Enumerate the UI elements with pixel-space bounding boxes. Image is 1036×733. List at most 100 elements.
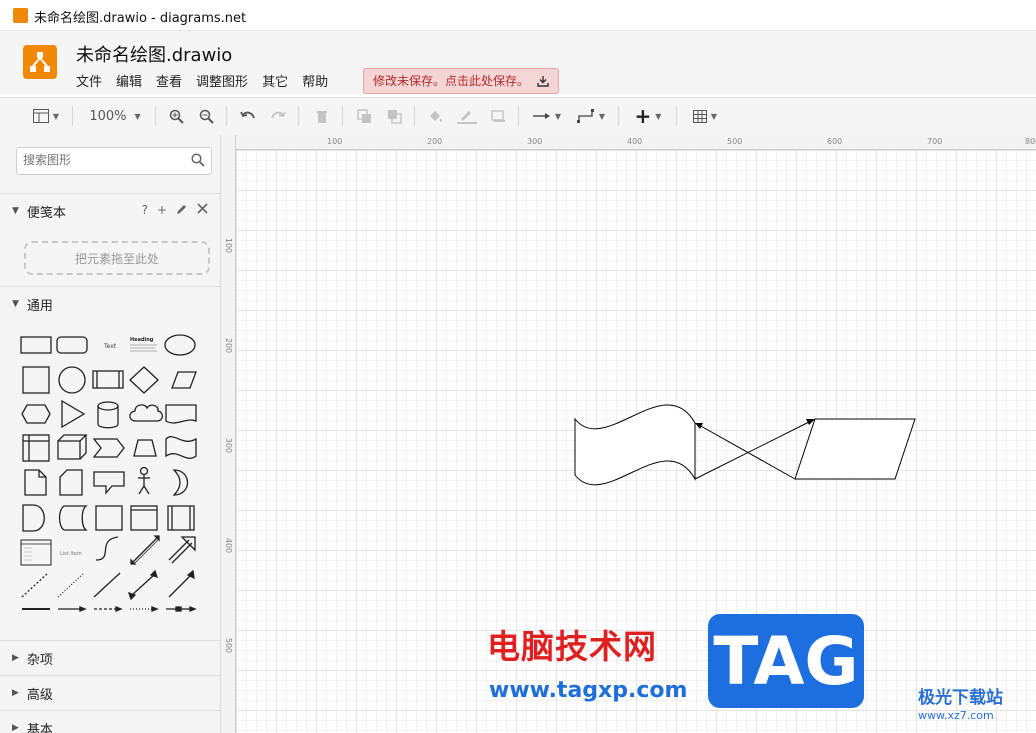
shape-process[interactable] <box>92 370 124 389</box>
zoom-dropdown[interactable]: 100% ▼ <box>86 105 144 127</box>
download-icon <box>537 76 549 87</box>
shape-or[interactable] <box>172 469 189 496</box>
shape-line[interactable] <box>93 572 121 598</box>
shape-curve[interactable] <box>95 536 119 561</box>
to-back-button[interactable] <box>384 105 404 127</box>
menu-file[interactable]: 文件 <box>76 71 102 90</box>
shape-text[interactable]: Text <box>103 343 117 350</box>
shape-note[interactable] <box>24 469 47 496</box>
shape-square[interactable] <box>22 366 50 394</box>
redo-button[interactable] <box>268 105 288 127</box>
diagram-tape-shape[interactable] <box>574 404 696 486</box>
scratchpad-header[interactable]: ▼ 便笺本 ? + <box>0 193 220 228</box>
shape-parallelogram[interactable] <box>171 371 197 389</box>
shape-cloud[interactable] <box>129 404 164 422</box>
shape-step[interactable] <box>92 438 125 458</box>
shape-diamond[interactable] <box>129 366 159 394</box>
shape-actor[interactable] <box>138 466 150 495</box>
zoom-in-icon <box>169 109 184 124</box>
menu-view[interactable]: 查看 <box>156 71 182 90</box>
shape-cylinder[interactable] <box>97 401 119 429</box>
shadow-button[interactable] <box>488 105 508 127</box>
shape-trapezoid[interactable] <box>133 439 157 457</box>
edit-icon[interactable] <box>176 203 188 215</box>
delete-button[interactable] <box>312 105 332 127</box>
shape-triangle[interactable] <box>61 399 86 429</box>
general-shapes-palette: Text Heading List Item <box>20 334 197 612</box>
waypoints-button[interactable]: ▼ <box>574 105 608 127</box>
misc-section-header[interactable]: ▶ 杂项 <box>0 640 220 675</box>
add-icon[interactable]: + <box>157 203 167 217</box>
diagram-parallelogram-shape[interactable] <box>794 418 916 480</box>
zoom-in-button[interactable] <box>166 105 186 127</box>
shadow-icon <box>490 109 505 122</box>
help-icon[interactable]: ? <box>142 203 148 217</box>
to-front-icon <box>356 108 371 123</box>
app-header: 未命名绘图.drawio 文件 编辑 查看 调整图形 其它 帮助 修改未保存。点… <box>0 31 1036 94</box>
insert-button[interactable]: + ▼ <box>630 105 666 127</box>
collapse-triangle-icon: ▼ <box>12 299 19 309</box>
search-icon[interactable] <box>191 153 205 167</box>
unsaved-changes-button[interactable]: 修改未保存。点击此处保存。 <box>363 68 560 94</box>
shape-block-arrow[interactable] <box>168 536 196 564</box>
table-icon <box>692 109 707 123</box>
shape-association[interactable] <box>166 606 197 612</box>
shape-dotted-connector[interactable] <box>130 606 159 612</box>
menu-help[interactable]: 帮助 <box>302 71 328 90</box>
fill-color-button[interactable] <box>426 105 446 127</box>
window-titlebar: 未命名绘图.drawio - diagrams.net <box>0 0 1036 31</box>
connection-style-button[interactable]: ▼ <box>530 105 564 127</box>
shape-rounded-rectangle[interactable] <box>56 336 88 354</box>
document-title[interactable]: 未命名绘图.drawio <box>76 41 232 67</box>
shape-dotted-line[interactable] <box>57 572 85 598</box>
plus-icon: + <box>634 104 652 128</box>
diagram-connector-to-tape[interactable] <box>695 423 796 480</box>
shape-directional-connector[interactable] <box>168 569 195 598</box>
diagram-connector-to-parallelogram[interactable] <box>694 419 815 480</box>
shape-ellipse[interactable] <box>164 334 196 356</box>
menu-extras[interactable]: 其它 <box>262 71 288 90</box>
shape-rectangle[interactable] <box>20 336 52 354</box>
shape-list-item[interactable]: List Item <box>60 551 82 557</box>
shape-document[interactable] <box>165 404 197 424</box>
shape-bidirectional-arrow[interactable] <box>130 535 160 565</box>
advanced-section-header[interactable]: ▶ 高级 <box>0 675 220 710</box>
shape-connector-arrow[interactable] <box>58 606 87 612</box>
zoom-out-button[interactable] <box>196 105 216 127</box>
shape-container[interactable] <box>95 505 123 531</box>
shape-textbox[interactable]: Heading <box>130 337 157 352</box>
shape-class[interactable] <box>20 539 52 566</box>
shape-list[interactable] <box>130 505 158 531</box>
shape-cube[interactable] <box>57 434 88 460</box>
format-panel-button[interactable]: ▼ <box>28 105 64 127</box>
general-section-header[interactable]: ▼ 通用 <box>0 286 220 321</box>
close-icon[interactable] <box>197 203 208 214</box>
shape-tape[interactable] <box>165 436 197 459</box>
shape-circle[interactable] <box>58 366 86 394</box>
menu-arrange[interactable]: 调整图形 <box>196 71 248 90</box>
expand-triangle-icon: ▶ <box>12 688 19 698</box>
shape-vertical-container[interactable] <box>167 505 195 531</box>
basic-section-header[interactable]: ▶ 基本 <box>0 710 220 733</box>
undo-button[interactable] <box>238 105 258 127</box>
shape-stored-data[interactable] <box>58 505 88 531</box>
menu-edit[interactable]: 编辑 <box>116 71 142 90</box>
shape-callout[interactable] <box>93 471 125 495</box>
shape-hexagon[interactable] <box>21 404 51 424</box>
collapse-triangle-icon: ▼ <box>12 206 19 216</box>
search-input[interactable] <box>17 148 189 172</box>
line-color-button[interactable] <box>456 105 478 127</box>
shape-delay[interactable] <box>22 504 45 532</box>
table-button[interactable]: ▼ <box>688 105 722 127</box>
redo-icon <box>271 111 286 119</box>
shape-bidirectional-connector[interactable] <box>127 569 159 601</box>
expand-triangle-icon: ▶ <box>12 723 19 733</box>
to-front-button[interactable] <box>354 105 374 127</box>
shape-internal-storage[interactable] <box>22 434 50 462</box>
shape-dashed-connector[interactable] <box>94 606 123 612</box>
drawio-app-icon <box>13 8 28 23</box>
shape-card[interactable] <box>59 469 83 496</box>
general-title: 通用 <box>26 298 53 314</box>
shape-dashed-line[interactable] <box>21 572 49 598</box>
scratchpad-dropzone[interactable]: 把元素拖至此处 <box>24 241 210 275</box>
